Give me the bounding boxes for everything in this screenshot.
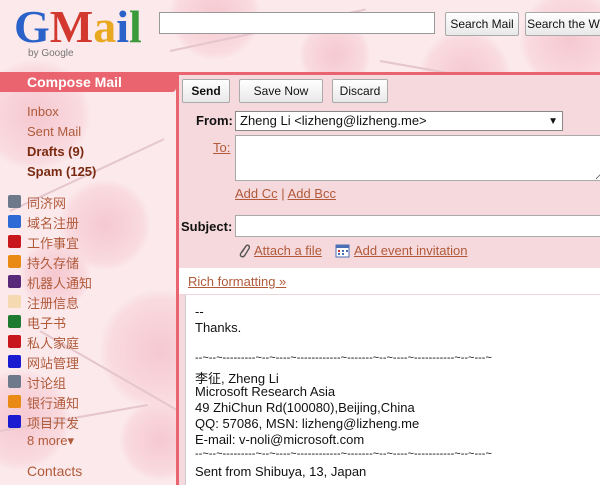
subject-label: Subject:	[181, 219, 233, 234]
contacts-link[interactable]: Contacts	[27, 463, 82, 479]
folder-spam[interactable]: Spam (125)	[27, 164, 96, 179]
subject-field[interactable]	[235, 215, 600, 237]
add-event-invitation-link[interactable]: Add event invitation	[354, 243, 467, 258]
label-name: 工作事宜	[27, 236, 80, 251]
label-name: 讨论组	[27, 376, 67, 391]
save-now-button[interactable]: Save Now	[239, 79, 323, 103]
more-labels-link[interactable]: 8 more▾	[27, 433, 74, 449]
label-color-swatch	[8, 355, 21, 368]
folder-inbox[interactable]: Inbox	[27, 104, 59, 119]
compose-mail-button[interactable]: Compose Mail	[0, 72, 176, 92]
label-name: 网站管理	[27, 356, 80, 371]
signature-footer: Sent from Shibuya, 13, Japan	[195, 464, 367, 479]
gmail-logo[interactable]: GMail by Google	[14, 4, 154, 62]
label-color-swatch	[8, 215, 21, 228]
search-input[interactable]	[159, 12, 435, 34]
to-link[interactable]: To:	[213, 140, 230, 155]
label-name: 电子书	[27, 316, 67, 331]
calendar-icon	[335, 244, 350, 258]
label-name: 域名注册	[27, 216, 80, 231]
from-label: From:	[196, 113, 233, 128]
label-color-swatch	[8, 375, 21, 388]
signature-separator: --~--~---------~--~----~------------~---…	[195, 352, 492, 364]
signature-separator: --~--~---------~--~----~------------~---…	[195, 448, 492, 460]
dropdown-arrow-icon: ▼	[548, 116, 558, 127]
label-color-swatch	[8, 195, 21, 208]
add-cc-link[interactable]: Add Cc	[235, 186, 278, 201]
gmail-wordmark: GMail	[14, 1, 142, 52]
by-google-text: by Google	[28, 48, 74, 59]
from-select[interactable]: Zheng Li <lizheng@lizheng.me> ▼	[235, 111, 563, 131]
add-bcc-link[interactable]: Add Bcc	[288, 186, 336, 201]
to-field[interactable]	[235, 135, 600, 181]
discard-button[interactable]: Discard	[332, 79, 388, 103]
label-color-swatch	[8, 335, 21, 348]
compose-mail-label: Compose Mail	[27, 74, 122, 90]
cc-bcc-separator: |	[281, 186, 285, 201]
label-name: 银行通知	[27, 396, 80, 411]
label-name: 机器人通知	[27, 276, 93, 291]
send-button[interactable]: Send	[182, 79, 230, 103]
rich-formatting-link[interactable]: Rich formatting »	[188, 274, 286, 289]
label-name: 注册信息	[27, 296, 80, 311]
label-color-swatch	[8, 415, 21, 428]
label-color-swatch	[8, 235, 21, 248]
label-color-swatch	[8, 315, 21, 328]
signature-org: Microsoft Research Asia	[195, 384, 336, 399]
folder-sent-mail[interactable]: Sent Mail	[27, 124, 81, 139]
label-name: 私人家庭	[27, 336, 80, 351]
paperclip-icon	[239, 244, 251, 258]
attach-file-link[interactable]: Attach a file	[254, 243, 322, 258]
signature-contacts: QQ: 57086, MSN: lizheng@lizheng.me	[195, 416, 420, 431]
body-line: --	[195, 304, 204, 319]
search-mail-button[interactable]: Search Mail	[445, 12, 519, 36]
signature-email: E-mail: v-noli@microsoft.com	[195, 432, 365, 447]
label-name: 同济网	[27, 196, 67, 211]
signature-address: 49 ZhiChun Rd(100080),Beijing,China	[195, 400, 415, 415]
label-color-swatch	[8, 255, 21, 268]
body-line: Thanks.	[195, 320, 242, 335]
label-color-swatch	[8, 295, 21, 308]
from-value: Zheng Li <lizheng@lizheng.me>	[240, 113, 427, 128]
cc-bcc-links: Add Cc | Add Bcc	[235, 186, 336, 201]
label-color-swatch	[8, 395, 21, 408]
search-web-button[interactable]: Search the Web	[525, 12, 600, 36]
label-name: 持久存储	[27, 256, 80, 271]
label-name: 项目开发	[27, 416, 80, 431]
label-color-swatch	[8, 275, 21, 288]
folder-drafts[interactable]: Drafts (9)	[27, 144, 84, 159]
